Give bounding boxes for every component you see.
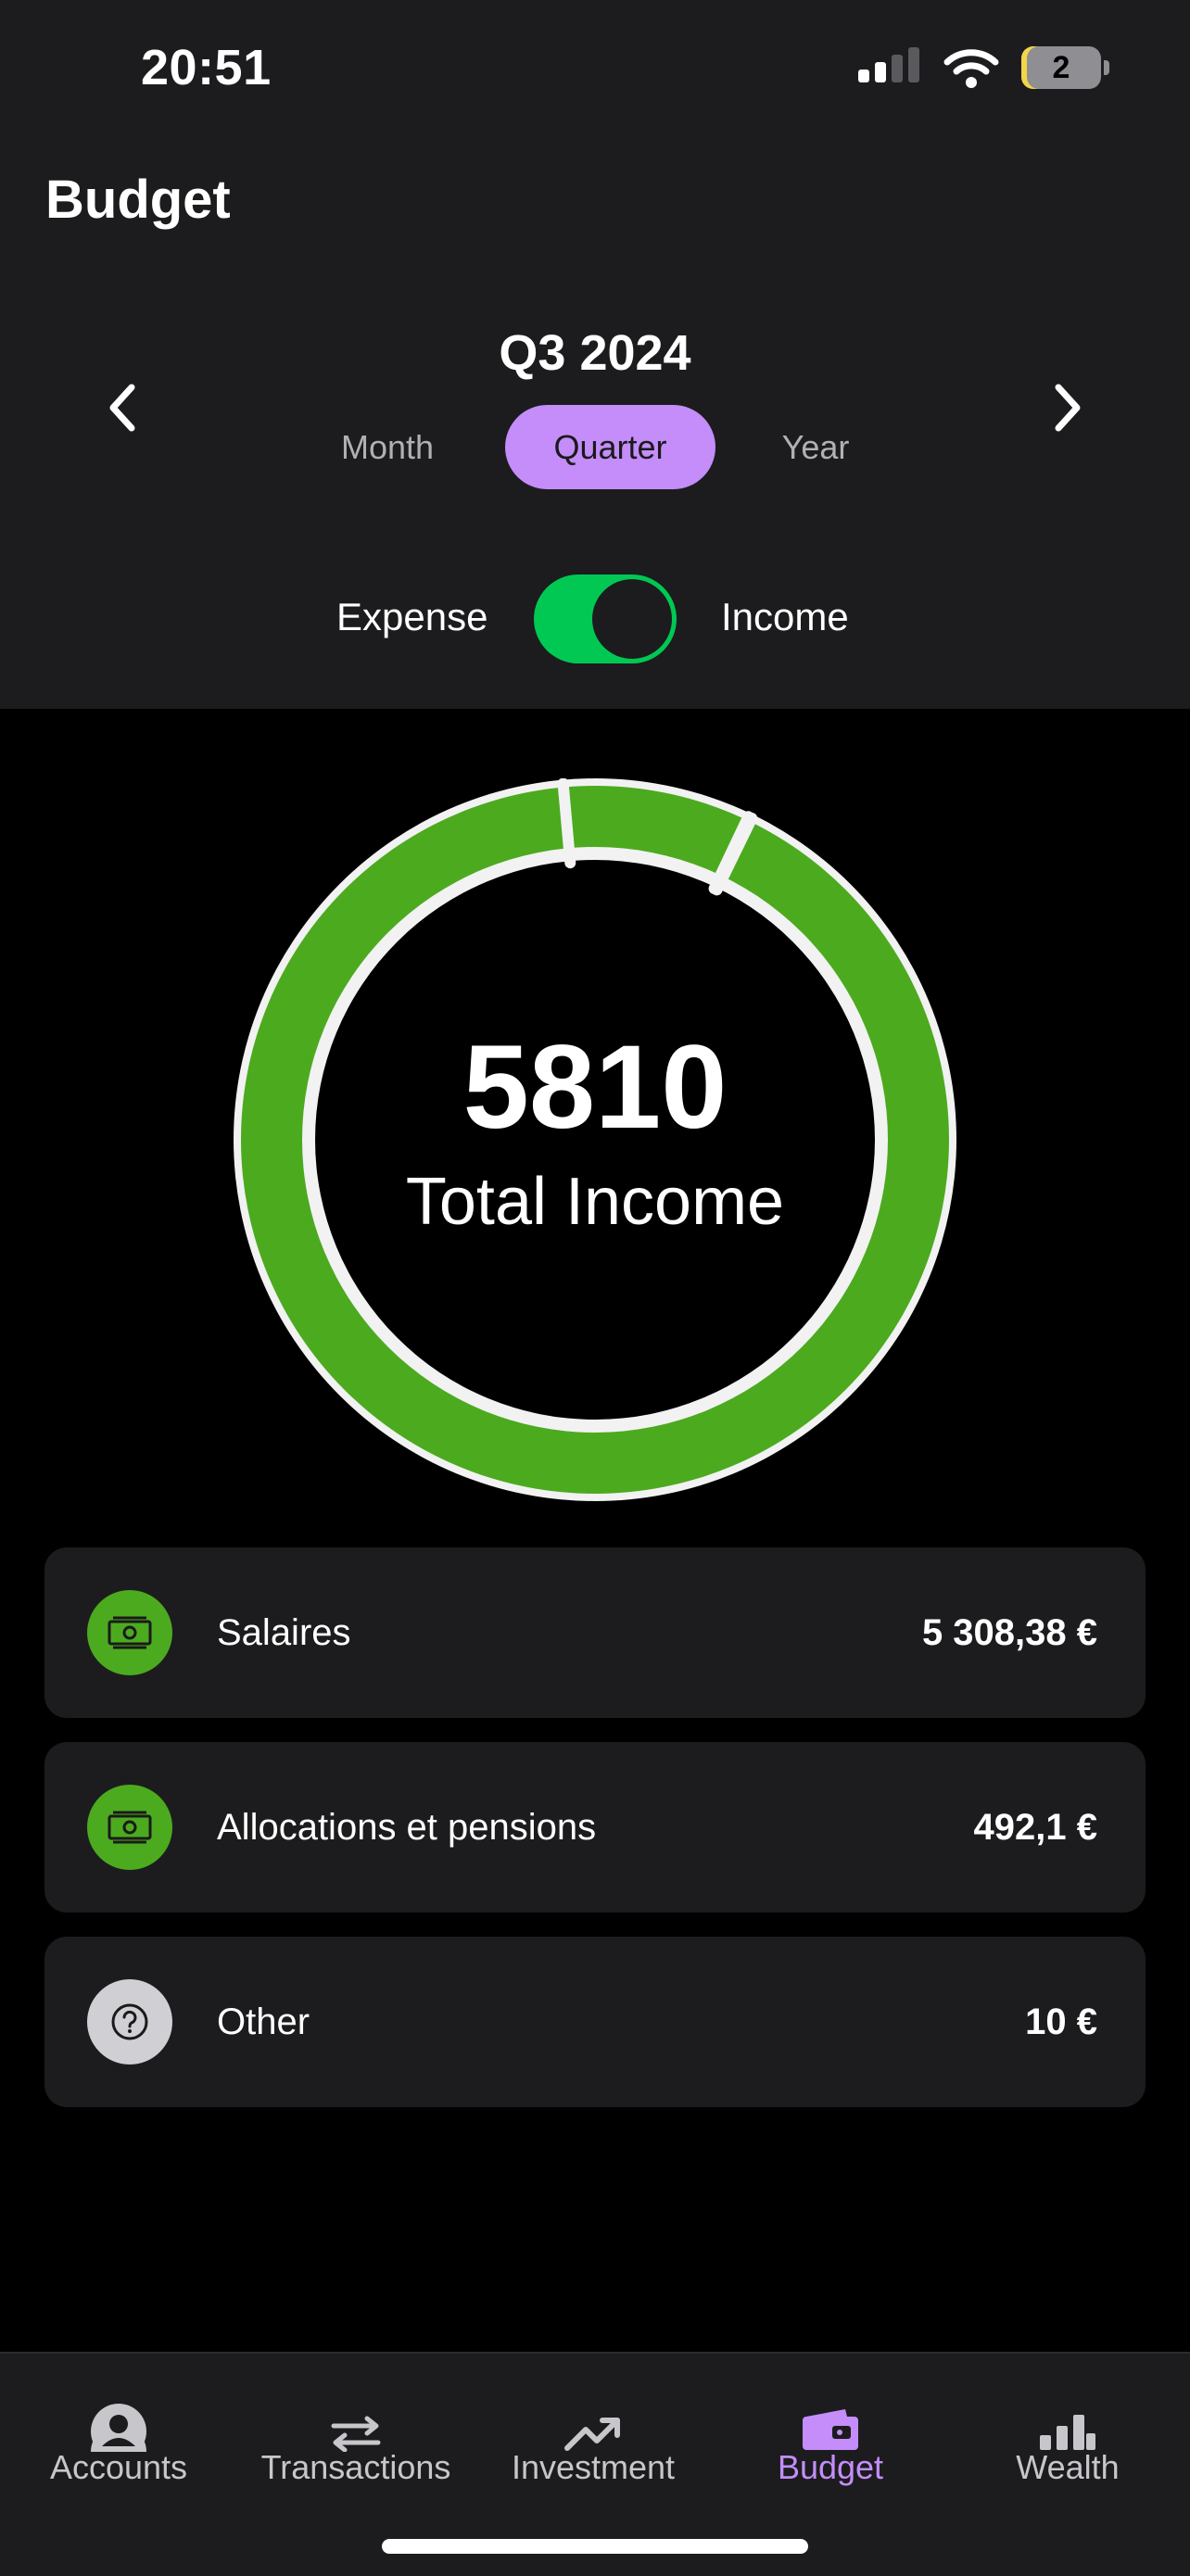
tab-label: Budget — [777, 2448, 884, 2486]
category-name: Salaires — [217, 1612, 351, 1653]
total-income-value: 5810 — [462, 1021, 728, 1154]
expense-label: Expense — [336, 595, 488, 638]
tab-transactions[interactable]: Transactions — [237, 2400, 475, 2487]
home-indicator — [382, 2539, 808, 2554]
tab-accounts[interactable]: Accounts — [0, 2400, 237, 2487]
category-amount: 492,1 € — [973, 1807, 1097, 1848]
money-icon — [108, 1616, 152, 1649]
page-title: Budget — [45, 170, 231, 230]
expense-income-switch[interactable] — [534, 575, 677, 663]
period-label: Q3 2024 — [499, 325, 691, 381]
period-segmented-control: Month Quarter Year — [0, 405, 1190, 489]
category-icon-bg — [87, 1979, 172, 2065]
total-income-label: Total Income — [405, 1165, 785, 1239]
tab-label: Accounts — [49, 2448, 188, 2486]
bar-chart-icon — [1040, 2415, 1095, 2450]
income-label: Income — [721, 595, 849, 638]
wallet-icon — [803, 2409, 858, 2450]
category-amount: 10 € — [1025, 2001, 1097, 2042]
status-icons: 2 — [858, 46, 1109, 89]
category-icon-bg — [87, 1590, 172, 1675]
segment-quarter[interactable]: Quarter — [505, 405, 715, 489]
segment-year[interactable]: Year — [741, 405, 890, 489]
segment-month[interactable]: Month — [313, 405, 462, 489]
person-icon — [91, 2404, 146, 2452]
donut-center: 5810 Total Income — [234, 1029, 956, 1240]
status-time: 20:51 — [141, 40, 272, 95]
category-amount: 5 308,38 € — [921, 1612, 1097, 1653]
trend-up-icon — [564, 2418, 620, 2451]
tab-budget[interactable]: Budget — [712, 2400, 949, 2487]
cellular-signal-icon — [858, 47, 919, 82]
tab-investment[interactable]: Investment — [475, 2400, 712, 2487]
category-icon-bg — [87, 1785, 172, 1870]
category-list: Salaires 5 308,38 € Allocations et pensi… — [44, 1547, 1146, 2131]
category-row-other[interactable]: Other 10 € — [44, 1937, 1146, 2107]
category-row-allocations[interactable]: Allocations et pensions 492,1 € — [44, 1742, 1146, 1913]
tab-label: Wealth — [1016, 2448, 1120, 2486]
expense-income-toggle-row: Expense Income — [0, 575, 1190, 663]
category-name: Other — [217, 2001, 310, 2042]
tab-label: Investment — [511, 2448, 676, 2486]
switch-knob — [592, 579, 672, 659]
category-name: Allocations et pensions — [217, 1807, 597, 1848]
question-icon — [111, 2003, 148, 2040]
category-row-salaires[interactable]: Salaires 5 308,38 € — [44, 1547, 1146, 1718]
transfer-arrows-icon — [331, 2416, 381, 2452]
donut-slice-separator — [557, 778, 576, 869]
money-icon — [108, 1811, 152, 1844]
battery-indicator: 2 — [1021, 46, 1109, 89]
tab-wealth[interactable]: Wealth — [949, 2400, 1186, 2487]
wifi-icon — [943, 49, 999, 88]
tab-label: Transactions — [260, 2448, 451, 2486]
